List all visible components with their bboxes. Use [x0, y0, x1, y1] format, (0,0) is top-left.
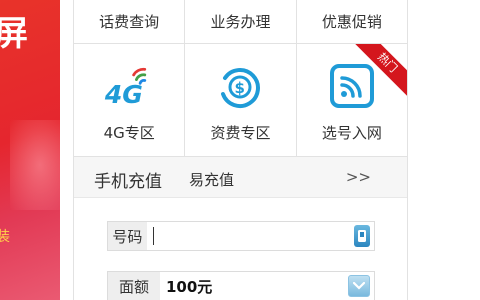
service-4g-zone[interactable]: 4G 4G专区 — [74, 44, 186, 156]
promo-banner[interactable]: 屏 装 — [0, 0, 60, 300]
phone-number-field: 号码 — [107, 221, 375, 251]
amount-select[interactable]: 面额 100元 — [107, 271, 375, 300]
service-number-select[interactable]: 热门 选号入网 — [297, 44, 407, 156]
more-link[interactable]: >> — [346, 168, 371, 186]
banner-title: 屏 — [0, 14, 30, 54]
nav-bill-query[interactable]: 话费查询 — [74, 0, 186, 43]
tariff-icon: $ — [214, 64, 266, 110]
nav-promotions[interactable]: 优惠促销 — [297, 0, 407, 43]
phone-number-input[interactable] — [153, 222, 354, 250]
number-label: 号码 — [108, 222, 147, 250]
contacts-icon — [357, 230, 366, 242]
service-label: 选号入网 — [321, 124, 382, 142]
chevron-down-icon — [353, 282, 365, 290]
svg-text:$: $ — [235, 79, 245, 97]
service-panel: 话费查询 业务办理 优惠促销 4G 4G专区 $ 资费专区 热门 选号入网 手机… — [73, 0, 408, 300]
number-select-icon — [326, 64, 378, 110]
service-label: 资费专区 — [210, 124, 271, 142]
service-tariff-zone[interactable]: $ 资费专区 — [185, 44, 297, 156]
tab-easy-recharge[interactable]: 易充值 — [189, 169, 234, 190]
banner-glow — [10, 120, 60, 210]
banner-subtitle: 装 — [0, 229, 10, 245]
contacts-button[interactable] — [353, 225, 370, 247]
recharge-tabs: 手机充值 易充值 >> — [74, 157, 407, 198]
tab-mobile-recharge[interactable]: 手机充值 — [94, 167, 162, 192]
amount-value: 100元 — [166, 277, 213, 296]
4g-icon: 4G — [103, 64, 155, 110]
service-label: 4G专区 — [103, 124, 155, 142]
nav-business[interactable]: 业务办理 — [185, 0, 297, 43]
amount-label: 面额 — [108, 272, 160, 300]
amount-dropdown-button[interactable] — [348, 275, 370, 297]
svg-text:4G: 4G — [104, 80, 143, 109]
service-icons: 4G 4G专区 $ 资费专区 热门 选号入网 — [74, 44, 407, 157]
top-nav: 话费查询 业务办理 优惠促销 — [74, 0, 407, 44]
